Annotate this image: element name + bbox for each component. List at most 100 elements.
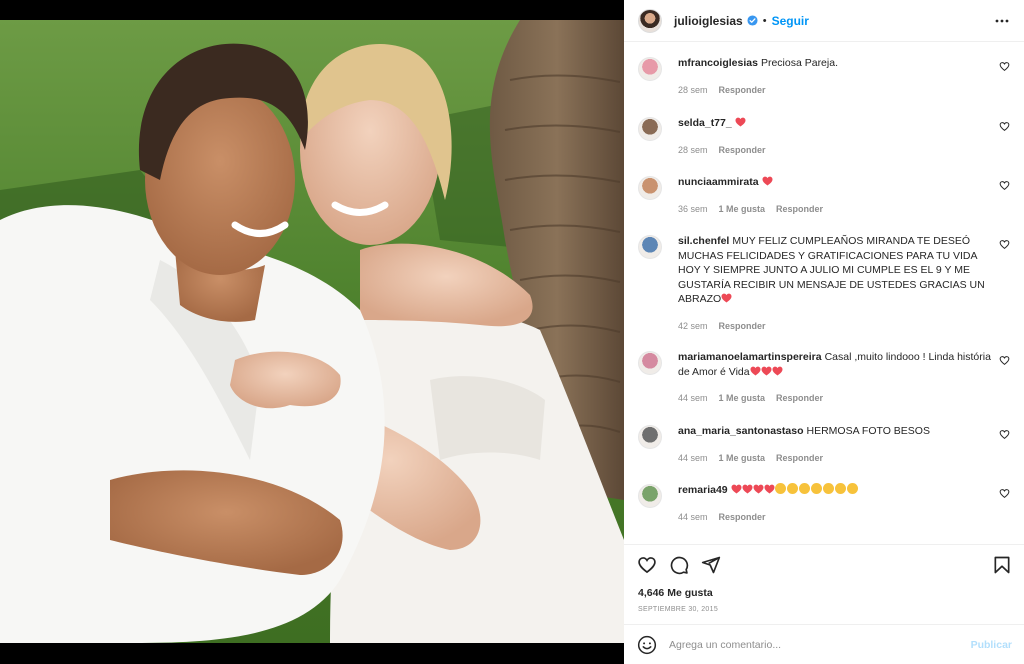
reply-button[interactable]: Responder — [719, 83, 766, 98]
comment-body: mfrancoiglesias Preciosa Pareja. 28 sem Res… — [678, 56, 994, 97]
follow-button[interactable]: Seguir — [772, 14, 809, 28]
clap-emoji — [810, 483, 822, 494]
comment-time[interactable]: 44 sem — [678, 510, 708, 525]
reply-button[interactable]: Responder — [719, 510, 766, 525]
red-heart-emoji — [721, 293, 732, 303]
red-heart-emoji — [742, 484, 753, 494]
author-username[interactable]: julioiglesias — [674, 14, 743, 28]
comment-input[interactable] — [669, 638, 971, 651]
commenter-username[interactable]: sil.chenfel — [678, 235, 729, 247]
more-options-icon[interactable] — [992, 11, 1012, 31]
comment-like-heart-icon[interactable] — [999, 61, 1010, 72]
commenter-avatar[interactable] — [638, 176, 662, 200]
clap-emoji — [822, 483, 834, 494]
smiley-icon[interactable] — [637, 635, 657, 655]
comment-meta: 44 sem 1 Me gusta Responder — [678, 391, 994, 406]
commenter-username[interactable]: nunciaammirata — [678, 176, 759, 188]
commenter-username[interactable]: selda_t77_ — [678, 117, 732, 129]
author-avatar[interactable] — [638, 8, 662, 33]
clap-emoji — [786, 483, 798, 494]
red-heart-emoji — [764, 484, 775, 494]
paper-plane-icon[interactable] — [701, 555, 721, 575]
comment-like-heart-icon[interactable] — [999, 121, 1010, 132]
comment-text-line: sil.chenfel MUY FELIZ CUMPLEAÑOS MIRANDA … — [678, 234, 994, 307]
comment-icon[interactable] — [669, 555, 689, 575]
comment-item: selda_t77_ 28 sem Responder — [638, 116, 1010, 157]
comment-like-heart-icon[interactable] — [999, 429, 1010, 440]
red-heart-emoji — [761, 366, 772, 376]
comment-text-line: ana_maria_santonastaso HERMOSA FOTO BESOS — [678, 424, 994, 439]
comment-body: sil.chenfel MUY FELIZ CUMPLEAÑOS MIRANDA … — [678, 234, 994, 333]
comment-meta: 28 sem Responder — [678, 83, 994, 98]
comment-meta: 36 sem 1 Me gusta Responder — [678, 202, 994, 217]
red-heart-emoji — [753, 484, 764, 494]
separator-dot: • — [762, 14, 767, 27]
comment-emojis — [735, 117, 746, 129]
reply-button[interactable]: Responder — [776, 202, 823, 217]
verified-badge-icon — [747, 15, 758, 26]
reply-button[interactable]: Responder — [776, 451, 823, 466]
comment-likes[interactable]: 1 Me gusta — [719, 202, 766, 217]
comment-body: ana_maria_santonastaso HERMOSA FOTO BESOS… — [678, 424, 994, 465]
commenter-username[interactable]: ana_maria_santonastaso — [678, 425, 803, 437]
comment-like-heart-icon[interactable] — [999, 180, 1010, 191]
comment-text-line: nunciaammirata — [678, 175, 994, 190]
reply-button[interactable]: Responder — [719, 319, 766, 334]
heart-outline-icon[interactable] — [637, 555, 657, 575]
commenter-avatar[interactable] — [638, 117, 662, 141]
bookmark-icon[interactable] — [992, 555, 1012, 575]
red-heart-emoji — [731, 484, 742, 494]
comment-emojis — [762, 176, 773, 188]
comment-item: mfrancoiglesias Preciosa Pareja. 28 sem Res… — [638, 56, 1010, 97]
comment-time[interactable]: 28 sem — [678, 83, 708, 98]
commenter-username[interactable]: mfrancoiglesias — [678, 57, 758, 69]
commenter-avatar[interactable] — [638, 484, 662, 508]
commenter-avatar[interactable] — [638, 351, 662, 375]
comment-time[interactable]: 44 sem — [678, 451, 708, 466]
comment-like-heart-icon[interactable] — [999, 355, 1010, 366]
publish-button[interactable]: Publicar — [971, 639, 1012, 651]
comment-item: remaria49 44 sem Responder — [638, 483, 1010, 524]
comment-text: Preciosa Pareja. — [760, 57, 838, 69]
comment-text-line: mfrancoiglesias Preciosa Pareja. — [678, 56, 994, 71]
comment-likes[interactable]: 1 Me gusta — [719, 451, 766, 466]
comment-time[interactable]: 42 sem — [678, 319, 708, 334]
commenter-avatar[interactable] — [638, 235, 662, 259]
post-actions-bar — [624, 544, 1024, 584]
comment-like-heart-icon[interactable] — [999, 488, 1010, 499]
comment-time[interactable]: 44 sem — [678, 391, 708, 406]
post-photo[interactable] — [0, 20, 624, 643]
comment-text: HERMOSA FOTO BESOS — [806, 425, 930, 437]
comment-body: remaria49 44 sem Responder — [678, 483, 994, 524]
comments-list[interactable]: mfrancoiglesias Preciosa Pareja. 28 sem Res… — [624, 42, 1024, 544]
comment-body: mariamanoelamartinspereira Casal ,muito l… — [678, 350, 994, 406]
reply-button[interactable]: Responder — [776, 391, 823, 406]
commenter-username[interactable]: mariamanoelamartinspereira — [678, 351, 822, 363]
commenter-avatar[interactable] — [638, 57, 662, 81]
comment-likes[interactable]: 1 Me gusta — [719, 391, 766, 406]
comment-meta: 44 sem Responder — [678, 510, 994, 525]
commenter-avatar[interactable] — [638, 425, 662, 449]
red-heart-emoji — [772, 366, 783, 376]
comment-body: nunciaammirata 36 sem 1 Me gusta Responder — [678, 175, 994, 216]
clap-emoji — [774, 483, 786, 494]
comment-emojis — [731, 483, 859, 496]
commenter-username[interactable]: remaria49 — [678, 484, 728, 496]
comment-time[interactable]: 28 sem — [678, 143, 708, 158]
reply-button[interactable]: Responder — [719, 143, 766, 158]
post-side-panel: julioiglesias • Seguir mfrancoiglesias Pr… — [624, 0, 1024, 664]
clap-emoji — [834, 483, 846, 494]
comment-item: ana_maria_santonastaso HERMOSA FOTO BESOS… — [638, 424, 1010, 465]
comment-text-line: remaria49 — [678, 483, 994, 498]
likes-count[interactable]: 4,646 Me gusta — [624, 584, 1024, 602]
comment-emojis — [750, 366, 783, 378]
comment-item: mariamanoelamartinspereira Casal ,muito l… — [638, 350, 1010, 406]
comment-time[interactable]: 36 sem — [678, 202, 708, 217]
comment-body: selda_t77_ 28 sem Responder — [678, 116, 994, 157]
comment-text-line: mariamanoelamartinspereira Casal ,muito l… — [678, 350, 994, 379]
instagram-post-modal: julioiglesias • Seguir mfrancoiglesias Pr… — [0, 0, 1024, 664]
comment-meta: 28 sem Responder — [678, 143, 994, 158]
comment-like-heart-icon[interactable] — [999, 239, 1010, 250]
comment-item: nunciaammirata 36 sem 1 Me gusta Responder — [638, 175, 1010, 216]
red-heart-emoji — [750, 366, 761, 376]
